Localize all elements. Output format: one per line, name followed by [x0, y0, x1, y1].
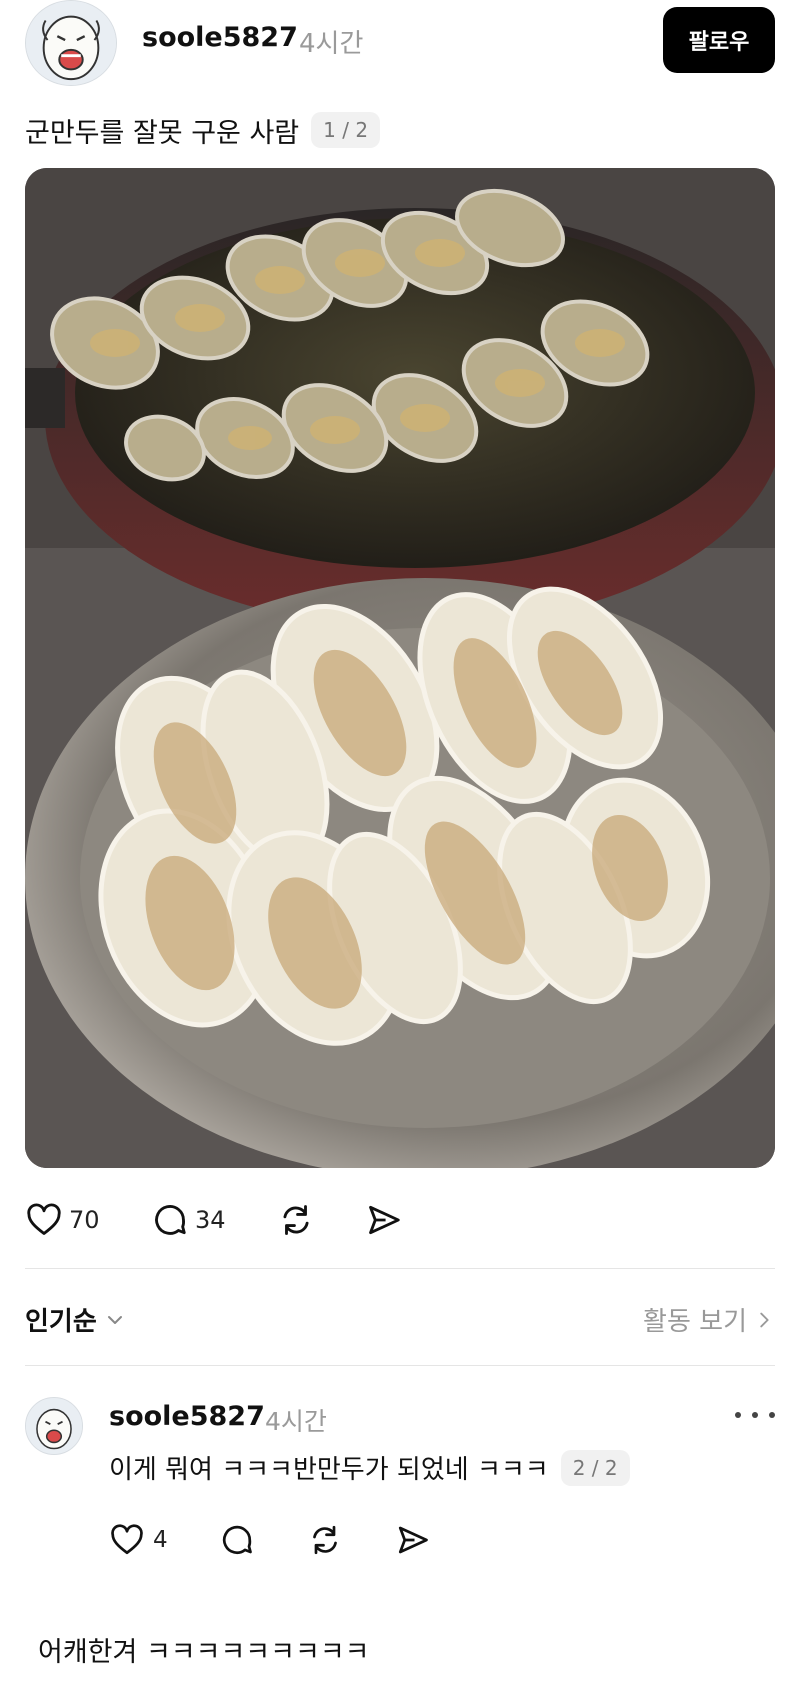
repost-button[interactable] — [277, 1196, 315, 1244]
comment-like-button[interactable]: 4 — [109, 1518, 168, 1562]
post-caption: 군만두를 잘못 구운 사람 1 / 2 — [25, 110, 381, 150]
comment-like-count: 4 — [153, 1527, 168, 1553]
heart-icon — [27, 1203, 61, 1235]
repost-icon — [313, 1525, 337, 1555]
divider — [25, 1268, 775, 1269]
avatar-cartoon-face-icon — [26, 1, 116, 85]
comment-repost-button[interactable] — [307, 1518, 343, 1562]
avatar-cartoon-face-icon — [26, 1399, 82, 1453]
activity-link-label: 활동 보기 — [643, 1307, 747, 1337]
comment-share-button[interactable] — [395, 1518, 431, 1562]
post-photo[interactable] — [25, 168, 775, 1168]
comment-button[interactable]: 34 — [151, 1196, 226, 1244]
comment-sort-row: 인기순 활동 보기 — [25, 1295, 775, 1341]
repost-icon — [283, 1205, 309, 1235]
post-username[interactable]: soole5827 — [142, 22, 298, 53]
thread-page-indicator: 1 / 2 — [311, 112, 381, 148]
sort-label: 인기순 — [25, 1307, 97, 1337]
chevron-down-icon — [107, 1315, 122, 1324]
speech-bubble-icon — [155, 1205, 186, 1235]
send-icon — [369, 1205, 400, 1235]
comment-text: 이게 뭐여 ㅋㅋㅋ반만두가 되었네 ㅋㅋㅋ — [109, 1455, 549, 1485]
follow-button[interactable]: 팔로우 — [663, 7, 775, 73]
comment-username[interactable]: soole5827 — [109, 1401, 265, 1432]
caption-text: 군만두를 잘못 구운 사람 — [25, 117, 300, 149]
next-post-text[interactable]: 어캐한겨 ㅋㅋㅋㅋㅋㅋㅋㅋㅋ — [38, 1630, 370, 1669]
comment-time: 4시간 — [265, 1407, 327, 1436]
view-activity-link[interactable]: 활동 보기 — [643, 1301, 775, 1338]
avatar[interactable] — [25, 0, 117, 86]
divider — [25, 1365, 775, 1366]
comment-action-bar: 4 — [109, 1518, 509, 1562]
heart-icon — [111, 1524, 143, 1555]
comment-item: soole5827 4시간 이게 뭐여 ㅋㅋㅋ반만두가 되었네 ㅋㅋㅋ 2 / … — [25, 1393, 775, 1563]
comment-avatar[interactable] — [25, 1397, 83, 1455]
comment-count: 34 — [195, 1206, 226, 1234]
send-icon — [398, 1526, 428, 1554]
speech-bubble-icon — [222, 1525, 252, 1555]
share-button[interactable] — [365, 1196, 403, 1244]
like-button[interactable]: 70 — [25, 1196, 100, 1244]
comment-text-row: 이게 뭐여 ㅋㅋㅋ반만두가 되었네 ㅋㅋㅋ 2 / 2 — [109, 1449, 630, 1486]
post-header: soole5827 4시간 팔로우 — [25, 0, 775, 90]
chevron-right-icon — [760, 1312, 769, 1327]
comment-reply-button[interactable] — [219, 1518, 255, 1562]
more-dots-icon[interactable] — [735, 1403, 775, 1427]
like-count: 70 — [69, 1206, 100, 1234]
comment-page-indicator: 2 / 2 — [560, 1449, 630, 1486]
post-action-bar: 70 34 — [25, 1196, 775, 1244]
dumplings-photo-image — [25, 168, 775, 1168]
sort-dropdown[interactable]: 인기순 — [25, 1301, 127, 1338]
post-time: 4시간 — [299, 29, 364, 59]
thread-page: soole5827 4시간 팔로우 군만두를 잘못 구운 사람 1 / 2 70… — [0, 0, 800, 1700]
